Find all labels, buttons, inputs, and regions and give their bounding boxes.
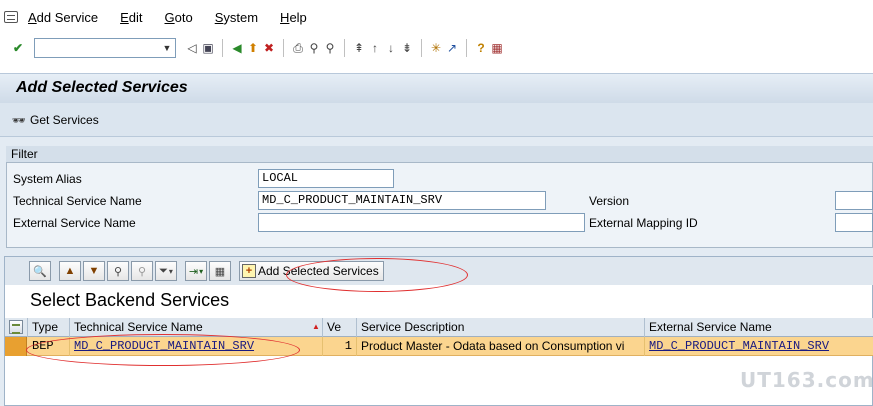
find-next-icon[interactable]: ⚲: [131, 261, 153, 281]
cell-type: BEP: [28, 337, 70, 356]
cell-technical-service-name[interactable]: MD_C_PRODUCT_MAINTAIN_SRV: [70, 337, 323, 356]
column-header-version[interactable]: Ve: [323, 318, 357, 337]
technical-service-name-input[interactable]: MD_C_PRODUCT_MAINTAIN_SRV: [258, 191, 546, 210]
enter-icon[interactable]: ✔: [10, 40, 26, 56]
column-header-type[interactable]: Type: [28, 318, 70, 337]
toolbar-separator: [466, 39, 467, 57]
command-field[interactable]: ▼: [34, 38, 176, 58]
watermark: UT163.com: [740, 368, 873, 392]
cell-external-service-name[interactable]: MD_C_PRODUCT_MAINTAIN_SRV: [645, 337, 873, 356]
application-toolbar: 🕶 Get Services: [0, 103, 873, 137]
save-icon[interactable]: ▣: [200, 40, 216, 56]
sort-indicator-icon: ▲: [312, 322, 320, 331]
add-selected-services-button[interactable]: + Add Selected Services: [239, 261, 384, 281]
external-mapping-id-label: External Mapping ID: [589, 216, 698, 230]
new-session-icon[interactable]: ✳: [428, 40, 444, 56]
prev-page-icon[interactable]: ↑: [367, 40, 383, 56]
filter-title: Filter: [6, 146, 873, 163]
grid-header: Type Technical Service Name ▲ Ve Service…: [5, 318, 873, 337]
back-arrow-icon[interactable]: ◁: [184, 40, 200, 56]
menu-bar: Add Service Edit Goto System Help: [0, 0, 873, 34]
toolbar-separator: [283, 39, 284, 57]
sort-ascending-icon[interactable]: ▲: [59, 261, 81, 281]
system-alias-label: System Alias: [13, 172, 82, 186]
external-service-name-label: External Service Name: [13, 216, 136, 230]
shortcut-icon[interactable]: ↗: [444, 40, 460, 56]
system-alias-input[interactable]: LOCAL: [258, 169, 394, 188]
menu-help[interactable]: Help: [278, 8, 309, 27]
print-icon[interactable]: ⎙: [290, 40, 306, 56]
find-next-icon[interactable]: ⚲: [322, 40, 338, 56]
external-service-name-input[interactable]: [258, 213, 585, 232]
first-page-icon[interactable]: ⇞: [351, 40, 367, 56]
page-title: Add Selected Services: [16, 79, 188, 96]
column-header-technical-service-name[interactable]: Technical Service Name ▲: [70, 318, 323, 337]
version-label: Version: [589, 194, 630, 208]
get-services-button[interactable]: 🕶 Get Services: [12, 113, 99, 127]
toolbar-separator: [421, 39, 422, 57]
last-page-icon[interactable]: ⇟: [399, 40, 415, 56]
select-all-cell[interactable]: [5, 318, 28, 337]
toolbar-separator: [344, 39, 345, 57]
cancel-icon[interactable]: ✖: [261, 40, 277, 56]
menu-add-service[interactable]: Add Service: [26, 8, 100, 27]
select-all-icon[interactable]: [9, 320, 23, 334]
help-icon[interactable]: ?: [473, 40, 489, 56]
menu-edit[interactable]: Edit: [118, 8, 144, 27]
exit-icon[interactable]: ⬆: [245, 40, 261, 56]
green-back-icon[interactable]: ◀: [229, 40, 245, 56]
sort-descending-icon[interactable]: ▼: [83, 261, 105, 281]
app-menu-icon[interactable]: [4, 11, 18, 23]
menu-goto[interactable]: Goto: [163, 8, 195, 27]
toolbar-separator: [222, 39, 223, 57]
layout-grid-icon[interactable]: ▦: [209, 261, 231, 281]
filter-icon[interactable]: ⏷: [155, 261, 177, 281]
external-mapping-id-input[interactable]: [835, 213, 873, 232]
menu-system[interactable]: System: [213, 8, 260, 27]
version-input[interactable]: [835, 191, 873, 210]
next-page-icon[interactable]: ↓: [383, 40, 399, 56]
layout-icon[interactable]: ▦: [489, 40, 505, 56]
row-selector[interactable]: [5, 337, 27, 356]
alv-toolbar: 🔍 ▲ ▼ ⚲ ⚲ ⏷ ⇥ ▦ + Add Selected Services: [5, 257, 873, 285]
details-icon[interactable]: 🔍: [29, 261, 51, 281]
cell-service-description: Product Master - Odata based on Consumpt…: [357, 337, 645, 356]
technical-service-name-label: Technical Service Name: [13, 194, 142, 208]
chevron-down-icon[interactable]: ▼: [159, 39, 175, 57]
glasses-icon: 🕶: [12, 114, 26, 127]
export-icon[interactable]: ⇥: [185, 261, 207, 281]
cell-version: 1: [323, 337, 357, 356]
find-icon[interactable]: ⚲: [306, 40, 322, 56]
column-header-service-description[interactable]: Service Description: [357, 318, 645, 337]
find-icon[interactable]: ⚲: [107, 261, 129, 281]
grid-title: Select Backend Services: [30, 290, 230, 310]
title-bar: Add Selected Services: [0, 73, 873, 103]
table-row[interactable]: BEP MD_C_PRODUCT_MAINTAIN_SRV 1 Product …: [5, 337, 873, 356]
standard-toolbar: ✔ ▼ ◁ ▣ ◀ ⬆ ✖ ⎙ ⚲ ⚲ ⇞ ↑ ↓ ⇟ ✳ ↗ ? ▦: [0, 34, 873, 62]
column-header-external-service-name[interactable]: External Service Name: [645, 318, 873, 337]
add-icon: +: [242, 264, 256, 278]
